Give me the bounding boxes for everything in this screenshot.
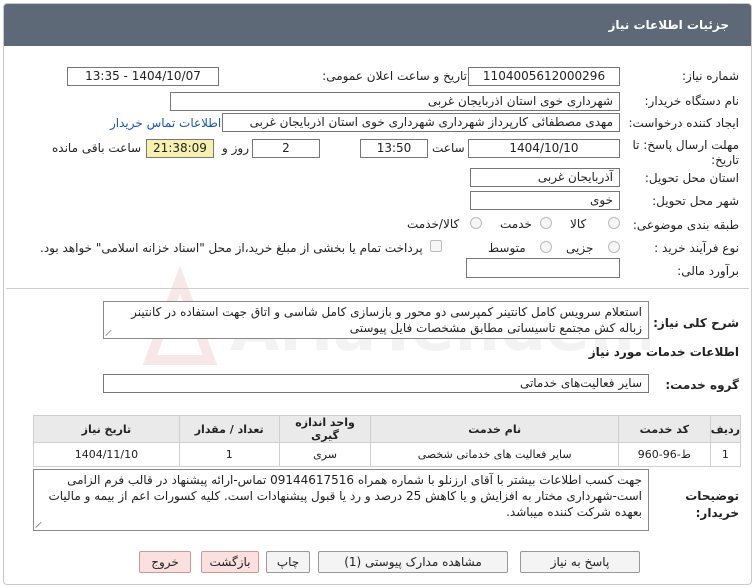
remaining-label: ساعت باقی مانده: [52, 141, 142, 155]
resize-handle-icon[interactable]: [105, 328, 114, 337]
creator-field: مهدی مصطفائی کارپرداز شهرداری شهرداری خو…: [222, 113, 620, 132]
days-field: 2: [252, 139, 320, 158]
divider: [6, 288, 749, 289]
creator-label: ایجاد کننده درخواست:: [628, 116, 739, 130]
need-number-field: 1104005612000296: [468, 67, 620, 86]
province-field: آذربایجان غربی: [470, 168, 620, 187]
page-title: جزئیات اطلاعات نیاز: [608, 18, 729, 32]
treasury-payment-checkbox[interactable]: [430, 240, 442, 252]
page-header: جزئیات اطلاعات نیاز: [4, 4, 751, 46]
services-table: ردیف کد خدمت نام خدمت واحد اندازه گیری ت…: [33, 415, 742, 467]
category-radio-goods-service[interactable]: [470, 217, 482, 229]
payment-note: پرداخت تمام یا بخشی از مبلغ خرید،از محل …: [40, 241, 423, 255]
announce-label: تاریخ و ساعت اعلان عمومی:: [322, 69, 467, 83]
reply-button[interactable]: پاسخ به نیاز: [520, 551, 640, 573]
city-field: خوی: [470, 191, 620, 210]
cell-unit: سری: [278, 442, 372, 467]
cell-code: ط-96-960: [617, 442, 711, 467]
summary-label: شرح کلی نیاز:: [653, 316, 739, 330]
process-radio-medium[interactable]: [540, 241, 552, 253]
summary-text: استعلام سرویس کامل کانتینر کمپرسی دو محو…: [103, 301, 649, 339]
cell-row: 1: [709, 442, 742, 467]
resize-handle-icon[interactable]: [35, 520, 44, 529]
days-label: روز و: [222, 141, 249, 155]
process-option-minor: جزیی: [566, 241, 594, 255]
category-radio-service[interactable]: [540, 217, 552, 229]
cell-date: 1404/11/10: [33, 442, 180, 467]
services-section-title: اطلاعات خدمات مورد نیاز: [588, 345, 739, 359]
deadline-label: مهلت ارسال پاسخ: تا تاریخ:: [632, 138, 739, 167]
need-number-label: شماره نیاز:: [682, 69, 739, 83]
cell-name: سایر فعالیت های خدماتی شخصی: [370, 442, 619, 467]
col-qty: تعداد / مقدار: [178, 415, 280, 443]
cell-qty: 1: [178, 442, 280, 467]
col-code: کد خدمت: [617, 415, 711, 443]
category-option-goods-service: کالا/خدمت: [407, 217, 460, 231]
contact-info-link[interactable]: اطلاعات تماس خریدار: [110, 116, 221, 130]
col-name: نام خدمت: [370, 415, 619, 443]
print-button[interactable]: چاپ: [266, 551, 310, 573]
col-date: تاریخ نیاز: [33, 415, 180, 443]
process-label: نوع فرآیند خرید :: [654, 241, 739, 255]
exit-button[interactable]: خروج: [139, 551, 191, 573]
budget-label: برآورد مالی:: [677, 264, 739, 278]
category-option-goods: کالا: [570, 217, 587, 231]
view-attachments-button[interactable]: مشاهده مدارک پیوستی (1): [318, 551, 508, 573]
buyer-org-field: شهرداری خوی استان اذربایجان غربی: [170, 92, 620, 111]
city-label: شهر محل تحویل:: [652, 194, 739, 208]
col-row: ردیف: [709, 415, 742, 443]
col-unit: واحد اندازه گیری: [278, 415, 372, 443]
process-radio-minor[interactable]: [608, 241, 620, 253]
province-label: استان محل تحویل:: [644, 171, 739, 185]
deadline-time-field: 13:50: [360, 139, 428, 158]
announce-field: 1404/10/07 - 13:35: [67, 67, 219, 86]
budget-field[interactable]: [466, 258, 620, 278]
category-option-service: خدمت: [500, 217, 532, 231]
deadline-date-field: 1404/10/10: [468, 139, 620, 158]
table-row: 1 ط-96-960 سایر فعالیت های خدماتی شخصی س…: [33, 442, 742, 467]
buyer-org-label: نام دستگاه خریدار:: [644, 94, 740, 108]
back-button[interactable]: بازگشت: [201, 551, 259, 573]
buyer-notes-text: جهت کسب اطلاعات بیشتر با آقای ارزنلو با …: [33, 469, 649, 531]
remaining-time-field: 21:38:09: [146, 139, 214, 158]
service-group-label: گروه خدمت:: [665, 378, 739, 392]
buyer-notes-label: توضیحات خریدار:: [685, 489, 739, 520]
time-label: ساعت: [432, 141, 465, 155]
process-option-medium: متوسط: [488, 241, 526, 255]
category-radio-goods[interactable]: [608, 217, 620, 229]
category-label: طبقه بندی موضوعی:: [632, 218, 739, 232]
service-group-field: سایر فعالیت‌های خدماتی: [103, 374, 649, 393]
table-header-row: ردیف کد خدمت نام خدمت واحد اندازه گیری ت…: [33, 415, 742, 443]
